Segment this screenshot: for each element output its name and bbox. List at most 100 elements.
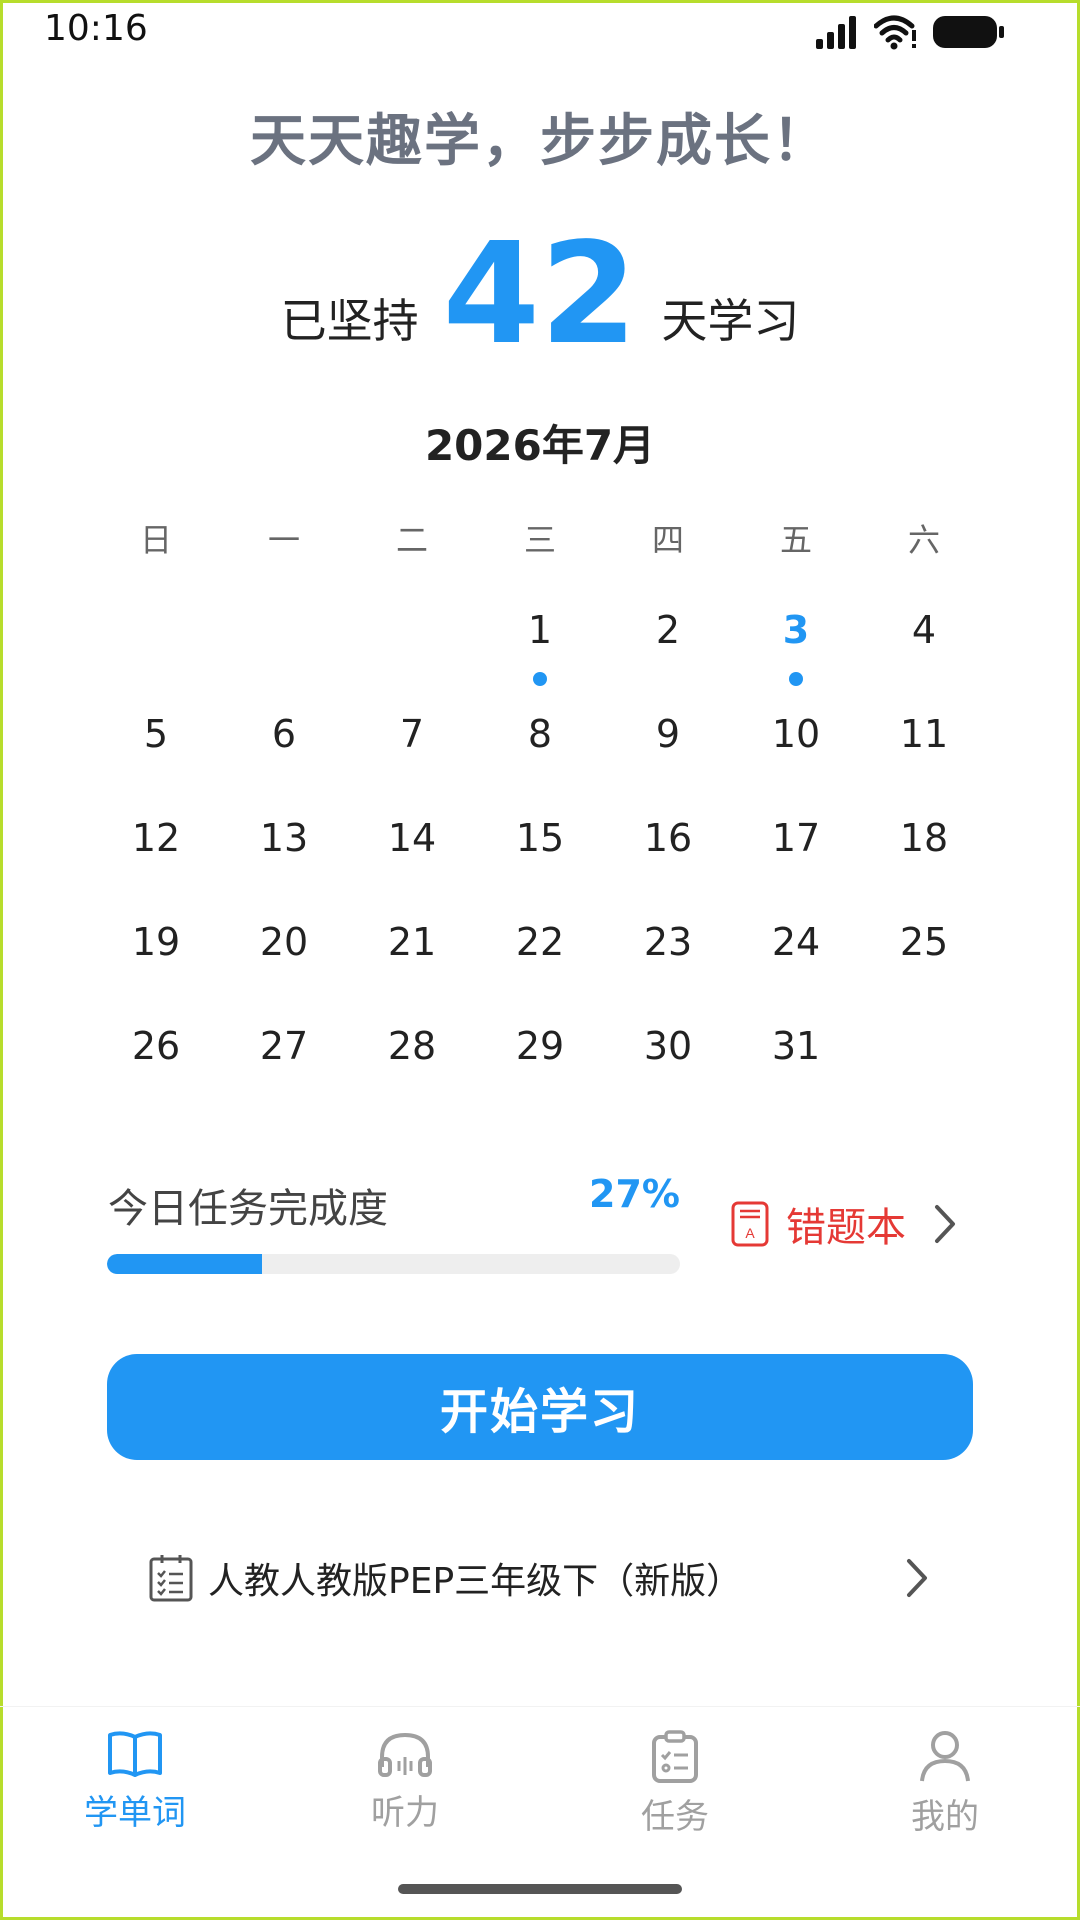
- nav-item-profile[interactable]: 我的: [810, 1707, 1080, 1856]
- calendar-day[interactable]: 15: [476, 802, 604, 906]
- calendar-day[interactable]: 24: [732, 906, 860, 1010]
- calendar-day[interactable]: 29: [476, 1010, 604, 1114]
- calendar-day[interactable]: 2: [604, 594, 732, 698]
- month-title: 2026年7月: [424, 421, 656, 470]
- calendar-day-number: 15: [515, 816, 565, 860]
- battery-icon: [933, 16, 1004, 48]
- calendar-day-number: 26: [131, 1024, 181, 1068]
- calendar-day[interactable]: 8: [476, 698, 604, 802]
- calendar-day[interactable]: 10: [732, 698, 860, 802]
- calendar-blank-cell: [220, 594, 348, 698]
- calendar-day-number: 29: [515, 1024, 565, 1068]
- calendar-day[interactable]: 17: [732, 802, 860, 906]
- weekday-label: 四: [651, 521, 684, 559]
- nav-item-words[interactable]: 学单词: [0, 1707, 270, 1856]
- calendar-day[interactable]: 16: [604, 802, 732, 906]
- nav-label: 我的: [911, 1797, 979, 1837]
- weekday-label: 日: [139, 521, 172, 559]
- calendar-day-number: 25: [899, 920, 949, 964]
- weekday-header: 日 一 二 三 四 五 六: [92, 510, 988, 570]
- calendar-day[interactable]: 28: [348, 1010, 476, 1114]
- calendar-day-number: 20: [259, 920, 309, 964]
- calendar-day-number: 1: [527, 608, 553, 652]
- calendar-day-number: 2: [655, 608, 681, 652]
- chevron-right-icon: [907, 1559, 927, 1597]
- progress-bar: [107, 1254, 680, 1274]
- start-learning-button[interactable]: 开始学习: [107, 1354, 973, 1460]
- user-icon: [920, 1731, 970, 1782]
- calendar-day-number: 23: [643, 920, 693, 964]
- streak-days: 42: [442, 213, 638, 376]
- chevron-right-icon: [935, 1205, 955, 1243]
- calendar-day[interactable]: 19: [92, 906, 220, 1010]
- streak-counter: 已坚持 42 天学习: [0, 225, 1080, 365]
- progress-label: 今日任务完成度: [108, 1186, 388, 1232]
- calendar-day-number: 21: [387, 920, 437, 964]
- calendar-day[interactable]: 4: [860, 594, 988, 698]
- calendar-day-number: 31: [771, 1024, 821, 1068]
- calendar-day-number: 27: [259, 1024, 309, 1068]
- calendar-day[interactable]: 23: [604, 906, 732, 1010]
- calendar-day[interactable]: 5: [92, 698, 220, 802]
- nav-label: 任务: [641, 1797, 709, 1837]
- calendar-day-number: 6: [271, 712, 297, 756]
- calendar-day[interactable]: 25: [860, 906, 988, 1010]
- home-indicator[interactable]: [398, 1884, 682, 1894]
- calendar-day[interactable]: 12: [92, 802, 220, 906]
- calendar-days-grid: 1 2 3 4 5 6 7 8 9 10 11 12 13 14 15 16 17 18 19 20 21 22 23 24 2…: [92, 594, 988, 1114]
- studied-day-dot: [789, 672, 803, 686]
- calendar-day[interactable]: 6: [220, 698, 348, 802]
- studied-day-dot: [533, 672, 547, 686]
- calendar-day[interactable]: 14: [348, 802, 476, 906]
- calendar-day[interactable]: 11: [860, 698, 988, 802]
- weekday-label: 五: [779, 521, 812, 559]
- calendar-day-number: 8: [527, 712, 553, 756]
- nav-label: 听力: [371, 1793, 439, 1833]
- calendar-day-number: 19: [131, 920, 181, 964]
- weekday-label: 三: [523, 521, 556, 559]
- calendar-day[interactable]: 22: [476, 906, 604, 1010]
- textbook-selector[interactable]: 人教人教版PEP三年级下（新版）: [148, 1548, 928, 1608]
- calendar-day[interactable]: 26: [92, 1010, 220, 1114]
- calendar-day[interactable]: 7: [348, 698, 476, 802]
- textbook-label: 人教人教版PEP三年级下（新版）: [208, 1561, 743, 1602]
- calendar-day-number: 12: [131, 816, 181, 860]
- weekday-label: 一: [267, 521, 300, 559]
- calendar-day[interactable]: 18: [860, 802, 988, 906]
- calendar-day-today[interactable]: 3: [732, 594, 860, 698]
- calendar-day[interactable]: 31: [732, 1010, 860, 1114]
- calendar-day-number: 30: [643, 1024, 693, 1068]
- weekday-label: 二: [395, 521, 428, 559]
- progress-bar-fill: [107, 1254, 262, 1274]
- nav-item-tasks[interactable]: 任务: [540, 1707, 810, 1856]
- status-time: 10:16: [44, 8, 148, 49]
- calendar-day-number: 10: [771, 712, 821, 756]
- calendar-day[interactable]: 21: [348, 906, 476, 1010]
- calendar-blank-cell: [348, 594, 476, 698]
- calendar-day[interactable]: 9: [604, 698, 732, 802]
- progress-percent: 27%: [589, 1172, 680, 1216]
- calendar-day-number: 11: [899, 712, 949, 756]
- calendar-day-number: 5: [143, 712, 169, 756]
- calendar-day[interactable]: 30: [604, 1010, 732, 1114]
- streak-suffix: 天学习: [661, 294, 800, 348]
- mistake-book-link[interactable]: A 错题本: [730, 1194, 956, 1254]
- headphones-icon: [378, 1732, 432, 1777]
- clipboard-icon: [652, 1730, 698, 1783]
- signal-icon: [816, 16, 856, 49]
- book-open-icon: [108, 1731, 162, 1777]
- slogan: 天天趣学，步步成长！: [250, 109, 830, 174]
- nav-label: 学单词: [84, 1793, 186, 1833]
- checklist-icon: [149, 1555, 193, 1602]
- calendar: 日 一 二 三 四 五 六 1 2 3 4 5 6 7 8 9 10 11 12 13 14 15 16 17 1…: [92, 510, 988, 1114]
- calendar-day-number: 24: [771, 920, 821, 964]
- nav-item-listening[interactable]: 听力: [270, 1707, 540, 1856]
- calendar-day[interactable]: 13: [220, 802, 348, 906]
- calendar-day-number: 18: [899, 816, 949, 860]
- calendar-day-number: 7: [399, 712, 425, 756]
- calendar-day[interactable]: 20: [220, 906, 348, 1010]
- calendar-day[interactable]: 27: [220, 1010, 348, 1114]
- calendar-day[interactable]: 1: [476, 594, 604, 698]
- calendar-day-number: 9: [655, 712, 681, 756]
- calendar-day-number: 4: [911, 608, 937, 652]
